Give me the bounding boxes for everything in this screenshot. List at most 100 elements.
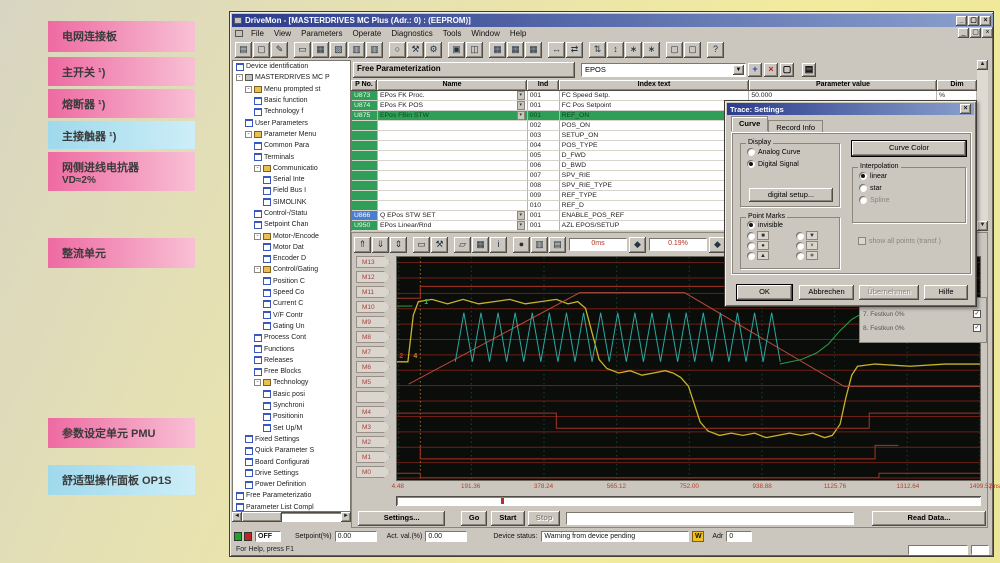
invisible-radio[interactable]: invisible: [747, 221, 839, 229]
tree-item-menu-prompted-st[interactable]: -Menu prompted st: [233, 84, 350, 95]
parameter-set-combo[interactable]: EPOS ▼: [581, 63, 746, 77]
channel-tag-m0[interactable]: M0: [356, 466, 390, 478]
linear-radio[interactable]: linear: [859, 172, 965, 180]
digital-signal-radio[interactable]: Digital Signal: [747, 160, 839, 168]
restore-button[interactable]: ▢: [968, 16, 979, 26]
menu-item-file[interactable]: File: [246, 29, 269, 38]
tree-item-board-configurati[interactable]: Board Configurati: [233, 456, 350, 467]
tree-item-basic-posi[interactable]: Basic posi: [233, 389, 350, 400]
print-icon[interactable]: ▤: [802, 63, 816, 77]
delete-row-button[interactable]: ×: [764, 63, 778, 77]
tree-item-fixed-settings[interactable]: Fixed Settings: [233, 434, 350, 445]
main-toolbar-button-22-icon[interactable]: ⇄: [566, 42, 583, 58]
tree-item-user-parameters[interactable]: User Parameters: [233, 117, 350, 128]
trace-toolbar-button-5-icon[interactable]: ⚒: [431, 237, 448, 253]
scroll-thumb[interactable]: [242, 512, 282, 522]
trace-toolbar-button-1-icon[interactable]: ⇓: [372, 237, 389, 253]
tree-item-device-identification[interactable]: Device identification: [233, 61, 350, 72]
trace-toolbar-button-2-icon[interactable]: ⇕: [390, 237, 407, 253]
point-mark-option-4[interactable]: ▲: [747, 251, 790, 260]
main-toolbar-button-18-icon[interactable]: ▦: [507, 42, 524, 58]
ok-button[interactable]: OK: [737, 285, 792, 300]
minimize-button[interactable]: _: [956, 16, 967, 26]
cancel-button[interactable]: Abbrechen: [799, 285, 854, 300]
point-mark-option-5[interactable]: ∗: [796, 251, 839, 260]
point-mark-option-2[interactable]: ●: [747, 241, 790, 250]
stop-button[interactable]: Stop: [528, 511, 561, 526]
tree-item-free-blocks[interactable]: Free Blocks: [233, 366, 350, 377]
menu-item-help[interactable]: Help: [505, 29, 531, 38]
main-toolbar-button-32-icon[interactable]: ?: [707, 42, 724, 58]
point-mark-option-0[interactable]: ■: [747, 231, 790, 240]
tree-item-speed-co[interactable]: Speed Co: [233, 287, 350, 298]
channel-tag-m11[interactable]: M11: [356, 286, 390, 298]
close-button[interactable]: ×: [980, 16, 991, 26]
trace-status-field[interactable]: [566, 512, 854, 525]
tab-curve[interactable]: Curve: [731, 116, 768, 131]
main-toolbar-button-21-icon[interactable]: ↔: [548, 42, 565, 58]
new-page-icon[interactable]: ▢: [780, 63, 794, 77]
scroll-right-icon[interactable]: ►: [341, 512, 351, 522]
channel-tag-m7[interactable]: M7: [356, 346, 390, 358]
tree-item-control-gating[interactable]: -Control/Gating: [233, 264, 350, 275]
point-mark-option-3[interactable]: ×: [796, 241, 839, 250]
menu-item-view[interactable]: View: [269, 29, 296, 38]
tree-item-encoder-d[interactable]: Encoder D: [233, 253, 350, 264]
tree-item-motor-dat[interactable]: Motor Dat: [233, 242, 350, 253]
trace-horizontal-scrollbar[interactable]: [396, 496, 981, 506]
collapse-icon[interactable]: -: [254, 233, 261, 240]
tree-item-functions[interactable]: Functions: [233, 343, 350, 354]
trace-time-field[interactable]: 0ms: [569, 238, 627, 251]
mdi-minimize-button[interactable]: _: [958, 28, 969, 38]
collapse-icon[interactable]: -: [254, 165, 261, 172]
main-toolbar-button-0-icon[interactable]: ▤: [235, 42, 252, 58]
main-toolbar-button-11-icon[interactable]: ⚒: [407, 42, 424, 58]
tree-item-common-para[interactable]: Common Para: [233, 140, 350, 151]
tree-item-parameter-menu[interactable]: -Parameter Menu: [233, 129, 350, 140]
cell-dropdown-icon[interactable]: ▾: [517, 111, 525, 120]
dialog-titlebar[interactable]: Trace: Settings ×: [727, 103, 974, 115]
tree-item-gating-un[interactable]: Gating Un: [233, 321, 350, 332]
main-toolbar-button-8-icon[interactable]: ▥: [366, 42, 383, 58]
main-toolbar-button-17-icon[interactable]: ▦: [489, 42, 506, 58]
collapse-icon[interactable]: -: [236, 74, 243, 81]
signal-list-row[interactable]: 8. Festkun 0%✓: [863, 323, 983, 335]
main-toolbar-button-4-icon[interactable]: ▭: [294, 42, 311, 58]
trace-cursor-icon[interactable]: ◆: [629, 237, 646, 253]
star-radio[interactable]: star: [859, 184, 965, 192]
menu-item-window[interactable]: Window: [466, 29, 504, 38]
tree-item-drive-settings[interactable]: Drive Settings: [233, 468, 350, 479]
tree-item-positionin[interactable]: Positionin: [233, 411, 350, 422]
trace-value-field[interactable]: 0.19%: [649, 238, 707, 251]
tree-item-set-up-m[interactable]: Set Up/M: [233, 423, 350, 434]
channel-tag-m8[interactable]: M8: [356, 331, 390, 343]
apply-button[interactable]: Übernehmen: [859, 285, 919, 300]
tree-item-communicatio[interactable]: -Communicatio: [233, 163, 350, 174]
tree-item-technology[interactable]: -Technology: [233, 377, 350, 388]
main-toolbar-button-24-icon[interactable]: ⇅: [589, 42, 606, 58]
column-header-name[interactable]: Name: [377, 80, 527, 91]
scroll-down-icon[interactable]: ▼: [977, 221, 988, 231]
collapse-icon[interactable]: -: [254, 266, 261, 273]
tree-item-synchroni[interactable]: Synchroni: [233, 400, 350, 411]
spline-radio[interactable]: Spline: [859, 196, 965, 204]
collapse-icon[interactable]: -: [254, 379, 261, 386]
column-header-dim[interactable]: Dim: [937, 80, 977, 91]
tree-item-terminals[interactable]: Terminals: [233, 151, 350, 162]
tree-item-v-f-contr[interactable]: V/F Contr: [233, 310, 350, 321]
main-toolbar-button-12-icon[interactable]: ⚙: [425, 42, 442, 58]
tree-item-position-c[interactable]: Position C: [233, 276, 350, 287]
cell-dropdown-icon[interactable]: ▾: [517, 91, 525, 100]
tree-item-motor-encode[interactable]: -Motor-/Encode: [233, 230, 350, 241]
tree-item-technology-f[interactable]: Technology f: [233, 106, 350, 117]
column-header-ind[interactable]: Ind: [527, 80, 559, 91]
channel-tag-m6[interactable]: M6: [356, 361, 390, 373]
tree-item-serial-inte[interactable]: Serial Inte: [233, 174, 350, 185]
channel-tag-m5[interactable]: M5: [356, 376, 390, 388]
main-toolbar-button-7-icon[interactable]: ▥: [348, 42, 365, 58]
cell-dropdown-icon[interactable]: ▾: [517, 101, 525, 110]
main-toolbar-button-14-icon[interactable]: ▣: [448, 42, 465, 58]
mdi-restore-button[interactable]: ▢: [970, 28, 981, 38]
main-toolbar-button-27-icon[interactable]: ∗: [643, 42, 660, 58]
tree-item-quick-parameter-s[interactable]: Quick Parameter S: [233, 445, 350, 456]
